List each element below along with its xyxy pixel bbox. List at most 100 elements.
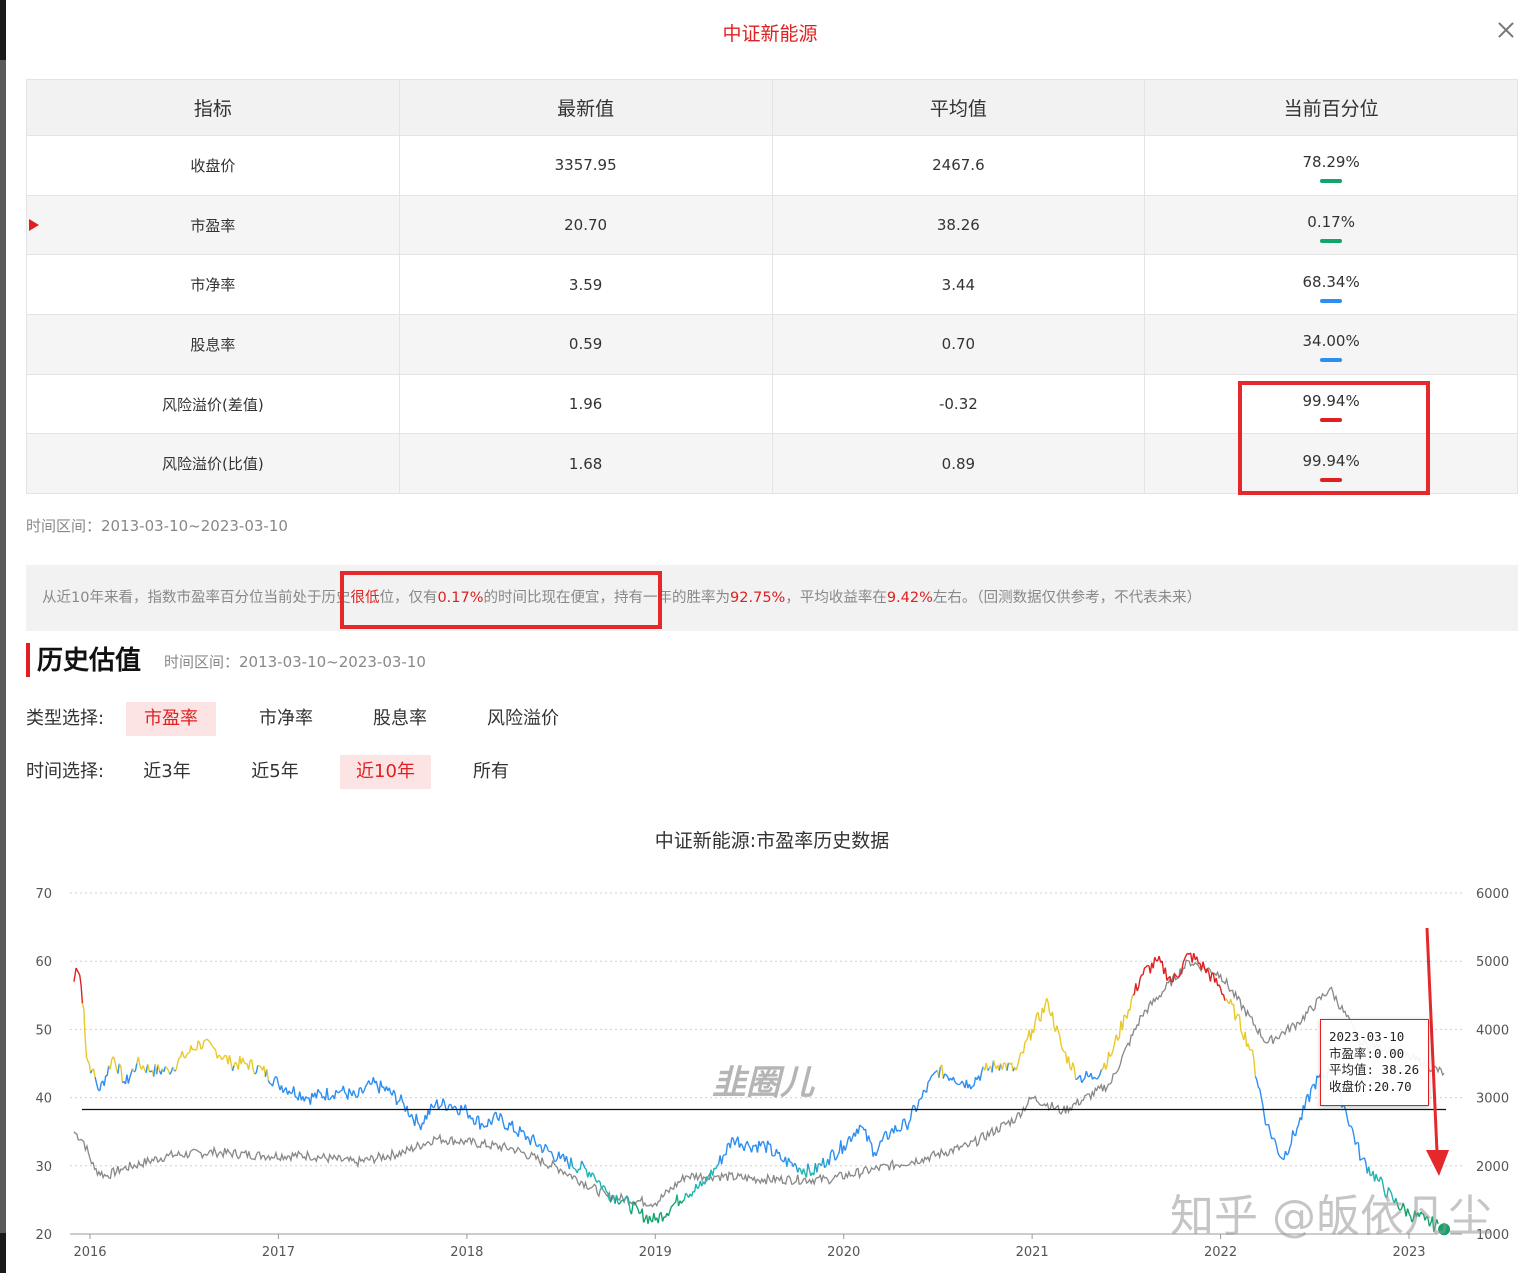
pe-line-segment bbox=[794, 1162, 799, 1173]
pe-line-segment bbox=[164, 1065, 171, 1075]
table-row[interactable]: 市盈率 20.70 38.26 0.17% bbox=[26, 194, 1518, 256]
type-option-pe[interactable]: 市盈率 bbox=[126, 702, 216, 736]
time-option-5y[interactable]: 近5年 bbox=[234, 755, 316, 789]
pe-line-segment bbox=[81, 1003, 92, 1074]
pe-line-segment bbox=[267, 1075, 571, 1170]
metric-latest: 3.59 bbox=[398, 254, 773, 316]
table-header-row: 指标 最新值 平均值 当前百分位 bbox=[26, 79, 1518, 136]
pe-line-segment bbox=[175, 1038, 234, 1072]
table-row[interactable]: 收盘价 3357.95 2467.6 78.29% bbox=[26, 135, 1518, 196]
x-tick-label: 2021 bbox=[1016, 1245, 1049, 1260]
metric-latest: 20.70 bbox=[398, 194, 773, 256]
pe-line-segment bbox=[1132, 952, 1226, 1001]
section-time-range: 时间区间：2013-03-10~2023-03-10 bbox=[164, 653, 426, 671]
metric-average: 0.89 bbox=[771, 433, 1146, 495]
table-row[interactable]: 市净率 3.59 3.44 68.34% bbox=[26, 254, 1518, 316]
y-right-tick-label: 5000 bbox=[1476, 955, 1509, 970]
annotation-arrow-head bbox=[1426, 1150, 1449, 1176]
metric-name: 市盈率 bbox=[26, 194, 400, 256]
metric-average: 38.26 bbox=[771, 194, 1146, 256]
jiuquan-logo-watermark: 韭圈儿 bbox=[712, 1063, 814, 1103]
pe-line-segment bbox=[174, 1069, 177, 1072]
pe-line-segment bbox=[1101, 994, 1134, 1071]
metric-latest: 3357.95 bbox=[398, 135, 773, 196]
type-option-risk-premium[interactable]: 风险溢价 bbox=[478, 702, 568, 736]
y-left-tick-label: 40 bbox=[35, 1092, 52, 1107]
percentile-value: 99.94% bbox=[1302, 451, 1360, 470]
metric-average: -0.32 bbox=[771, 373, 1146, 435]
modal-title: 中证新能源 bbox=[722, 23, 818, 45]
table-row[interactable]: 风险溢价(比值) 1.68 0.89 99.94% bbox=[26, 433, 1518, 495]
pe-line-segment bbox=[938, 1067, 941, 1078]
time-option-3y[interactable]: 近3年 bbox=[126, 755, 208, 789]
close-icon[interactable] bbox=[1494, 18, 1518, 42]
metric-percentile: 34.00% bbox=[1144, 314, 1518, 375]
pe-line-segment bbox=[1007, 1062, 1014, 1072]
table-row[interactable]: 风险溢价(差值) 1.96 -0.32 99.94% bbox=[26, 373, 1518, 435]
type-selector-label: 类型选择: bbox=[26, 708, 105, 729]
zhihu-watermark: 知乎 @皈依凡尘 bbox=[1170, 1191, 1492, 1242]
pe-line-segment bbox=[118, 1063, 124, 1083]
x-tick-label: 2020 bbox=[827, 1245, 860, 1260]
type-option-pb[interactable]: 市净率 bbox=[241, 702, 331, 736]
pe-line-segment bbox=[982, 1062, 989, 1071]
pe-line-segment bbox=[584, 1167, 612, 1203]
metric-average: 2467.6 bbox=[771, 135, 1146, 196]
pe-line-segment bbox=[233, 1055, 256, 1075]
metric-latest: 0.59 bbox=[398, 314, 773, 375]
tooltip-pe: 市盈率:0.00 bbox=[1329, 1045, 1405, 1061]
type-selector: 类型选择: 市盈率 市净率 股息率 风险溢价 bbox=[26, 702, 626, 736]
x-tick-label: 2023 bbox=[1392, 1245, 1425, 1260]
pe-line-segment bbox=[157, 1064, 161, 1071]
time-option-all[interactable]: 所有 bbox=[450, 755, 532, 789]
metric-latest: 1.68 bbox=[398, 433, 773, 495]
pe-line-segment bbox=[939, 1064, 944, 1079]
pe-line-segment bbox=[1013, 998, 1077, 1080]
x-tick-label: 2016 bbox=[73, 1245, 106, 1260]
pe-line-segment bbox=[266, 1069, 269, 1081]
pe-line-segment bbox=[117, 1063, 120, 1074]
pe-line-segment bbox=[1254, 1065, 1330, 1161]
time-selector: 时间选择: 近3年 近5年 近10年 所有 bbox=[26, 755, 626, 789]
percentile-bar bbox=[1320, 358, 1343, 363]
metric-name: 风险溢价(比值) bbox=[26, 433, 400, 495]
metrics-table: 指标 最新值 平均值 当前百分位 收盘价 3357.95 2467.6 78.2… bbox=[26, 79, 1518, 495]
pe-line-segment bbox=[807, 1163, 810, 1170]
y-left-tick-label: 50 bbox=[35, 1023, 52, 1038]
time-option-10y[interactable]: 近10年 bbox=[340, 755, 431, 789]
percentile-bar bbox=[1320, 418, 1343, 423]
metric-latest: 1.96 bbox=[398, 373, 773, 435]
pe-line-segment bbox=[992, 1060, 1000, 1071]
pe-line-segment bbox=[257, 1064, 267, 1077]
pe-line-segment bbox=[716, 1136, 788, 1167]
valuation-summary: 从近10年来看，指数市盈率百分位当前处于历史很低位，仅有0.17%的时间比现在便… bbox=[26, 565, 1518, 631]
tooltip-date: 2023-03-10 bbox=[1329, 1029, 1405, 1044]
pe-line-segment bbox=[1000, 1062, 1008, 1071]
percentile-value: 68.34% bbox=[1302, 272, 1360, 291]
type-option-dividend[interactable]: 股息率 bbox=[355, 702, 445, 736]
chart-title: 中证新能源:市盈率历史数据 bbox=[654, 830, 890, 852]
tooltip-average: 平均值: 38.26 bbox=[1329, 1062, 1420, 1077]
pe-line-segment bbox=[571, 1160, 583, 1174]
metric-percentile: 99.94% bbox=[1144, 433, 1518, 495]
pe-line-segment bbox=[1006, 1062, 1010, 1071]
metric-percentile: 78.29% bbox=[1144, 135, 1518, 196]
section-title: 历史估值 bbox=[37, 646, 142, 676]
pe-line-segment bbox=[254, 1065, 259, 1075]
pe-line-segment bbox=[108, 1056, 119, 1074]
table-row[interactable]: 股息率 0.59 0.70 34.00% bbox=[26, 314, 1518, 375]
pe-line-segment bbox=[942, 1066, 984, 1090]
pe-line-segment bbox=[570, 1157, 574, 1167]
percentile-bar bbox=[1320, 179, 1343, 184]
pe-line-segment bbox=[1075, 1069, 1103, 1084]
pe-line-segment bbox=[617, 1199, 624, 1205]
percentile-value: 0.17% bbox=[1307, 213, 1355, 232]
pe-line-segment bbox=[615, 1194, 619, 1204]
table-time-range: 时间区间：2013-03-10~2023-03-10 bbox=[26, 517, 288, 535]
x-tick-label: 2018 bbox=[450, 1245, 483, 1260]
pe-line-segment bbox=[91, 1068, 96, 1078]
pe-line-segment bbox=[808, 1163, 816, 1177]
pe-line-segment bbox=[822, 1157, 826, 1168]
percentile-bar bbox=[1320, 477, 1343, 482]
percentile-bar bbox=[1320, 239, 1343, 244]
